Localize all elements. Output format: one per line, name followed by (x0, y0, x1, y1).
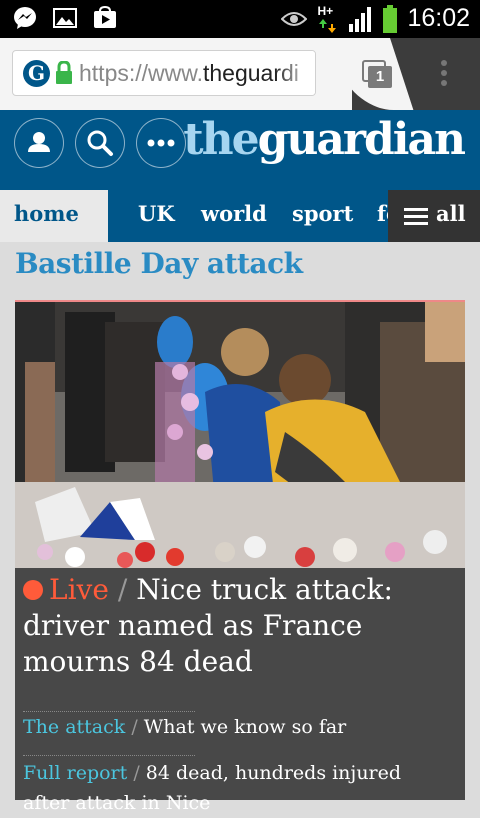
status-bar: H+ 16:02 (0, 0, 480, 38)
hamburger-icon (404, 208, 428, 226)
profile-button[interactable] (14, 118, 64, 168)
related-link[interactable]: Full report / 84 dead, hundreds injured … (23, 758, 453, 818)
profile-icon (28, 132, 50, 152)
tabs-button[interactable]: 1 (356, 52, 400, 96)
gallery-icon (53, 8, 77, 28)
signal-icon (349, 6, 372, 32)
divider (23, 755, 195, 756)
more-icon (147, 139, 175, 147)
story-headline[interactable]: Live / Nice truck attack: driver named a… (23, 572, 461, 680)
network-indicator: H+ (317, 4, 339, 33)
play-store-icon (94, 6, 116, 28)
section-nav: home UK world sport fo all (0, 190, 480, 242)
story-image[interactable] (15, 300, 465, 568)
guardian-favicon: G (23, 60, 50, 87)
live-label: Live (49, 573, 109, 606)
guardian-logo[interactable]: theguardian (183, 114, 466, 165)
url-text: https://www.theguardi (79, 60, 299, 86)
section-title[interactable]: Bastille Day attack (15, 247, 303, 280)
search-icon (87, 130, 113, 156)
messenger-icon (14, 7, 36, 29)
nav-item-sport[interactable]: sport (292, 201, 353, 226)
address-bar[interactable]: G https://www.theguardi (12, 50, 316, 96)
browser-toolbar: G https://www.theguardi 1 (0, 38, 480, 110)
clock: 16:02 (407, 4, 470, 32)
story-card: Live / Nice truck attack: driver named a… (15, 568, 465, 814)
nav-item-home[interactable]: home (0, 190, 108, 242)
overflow-menu-icon[interactable] (438, 60, 450, 90)
more-button[interactable] (136, 118, 186, 168)
battery-icon (383, 4, 398, 33)
lock-icon (56, 61, 72, 84)
live-indicator-icon (23, 580, 43, 600)
search-button[interactable] (75, 118, 125, 168)
nav-item-uk[interactable]: UK (138, 201, 175, 226)
data-arrows-icon (319, 18, 337, 33)
eye-icon (281, 11, 308, 26)
related-link[interactable]: The attack / What we know so far (23, 712, 453, 742)
site-header: theguardian (0, 110, 480, 190)
all-sections-button[interactable]: all (388, 190, 480, 242)
nav-item-world[interactable]: world (201, 201, 267, 226)
